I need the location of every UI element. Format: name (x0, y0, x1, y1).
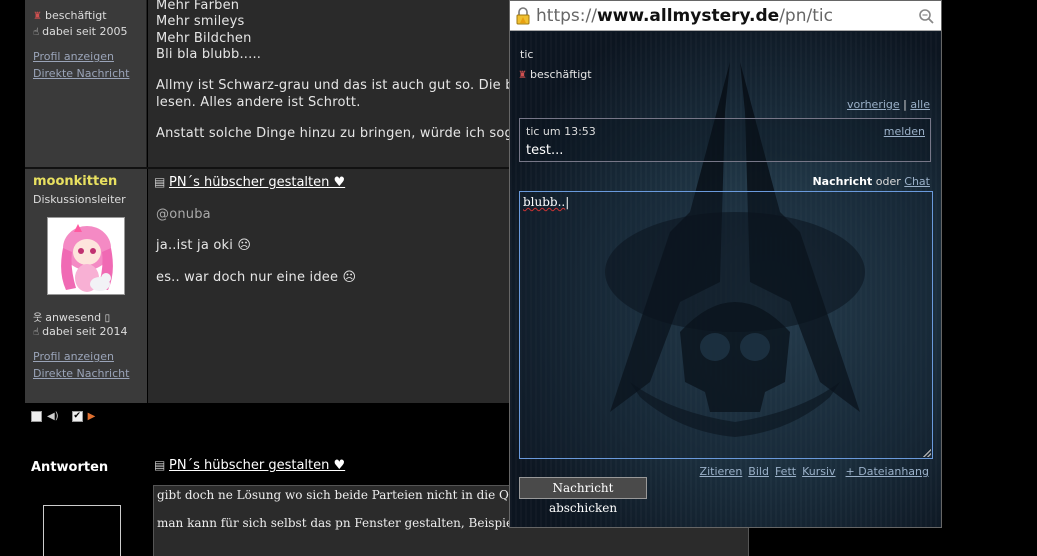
image-button[interactable]: Bild (748, 465, 769, 478)
avatar-image (48, 218, 124, 294)
text-cursor: | (565, 195, 570, 209)
post2-role: Diskussionsleiter (33, 193, 126, 206)
post1-member-since: ☝ dabei seit 2005 (33, 25, 128, 38)
received-message: tic um 13:53 melden test... (519, 118, 931, 162)
mode-message: Nachricht (812, 175, 873, 188)
post1-author-panel: ♜ beschäftigt ☝ dabei seit 2005 Profil anz… (25, 0, 147, 167)
resize-grip[interactable] (923, 449, 931, 457)
post1-status: ♜ beschäftigt (33, 9, 107, 22)
message-input[interactable]: blubb..| (519, 191, 933, 459)
post1-line: Mehr smileys (156, 14, 245, 29)
post1-body: Mehr Farben Mehr smileys Mehr Bildchen B… (148, 0, 510, 167)
quote-button[interactable]: Zitieren (700, 465, 743, 478)
mode-or: oder (875, 175, 901, 188)
message-meta: tic um 13:53 (526, 125, 596, 138)
post2-message-link[interactable]: Direkte Nachricht (33, 367, 129, 380)
post2-mention[interactable]: @onuba (156, 207, 211, 222)
mode-chat-link[interactable]: Chat (904, 175, 930, 188)
document-icon: ▤ (154, 458, 166, 472)
post2-topic-link[interactable]: PN´s hübscher gestalten ♥ (169, 175, 345, 190)
hand-icon: ☝ (33, 327, 40, 338)
send-message-button[interactable]: Nachricht abschicken (519, 477, 647, 515)
address-bar[interactable]: https://www.allmystery.de/pn/tic (510, 1, 941, 31)
answers-label: Antworten (31, 460, 109, 475)
post1-line: Anstatt solche Dinge hinzu zu bringen, w… (156, 126, 510, 141)
speaker-icon[interactable]: ◀) (47, 411, 59, 422)
post2-status: 웃 anwesend ▯ (33, 311, 111, 324)
post2-member-since: ☝ dabei seit 2014 (33, 325, 128, 338)
post1-message-link[interactable]: Direkte Nachricht (33, 67, 129, 80)
post2-username[interactable]: moonkitten (33, 174, 117, 189)
post2-line: ja..ist ja oki ☹ (156, 238, 252, 253)
pm-popup-window[interactable]: https://www.allmystery.de/pn/tic tic ♜ be… (509, 0, 942, 528)
post1-line: Mehr Bildchen (156, 31, 252, 46)
pm-partner-status: ♜ beschäftigt (518, 68, 592, 81)
post1-line: Mehr Farben (156, 0, 240, 13)
mode-switch: Nachricht oder Chat (812, 175, 930, 188)
post-tools: ◀) ✔ ▶ (31, 411, 95, 422)
lock-icon[interactable] (514, 6, 532, 25)
document-icon: ▤ (154, 175, 166, 189)
busy-person-icon: ♜ (518, 70, 527, 81)
attachment-button[interactable]: + Dateianhang (846, 465, 929, 478)
reply-topic-link[interactable]: PN´s hübscher gestalten ♥ (169, 458, 345, 473)
report-link[interactable]: melden (884, 125, 925, 138)
message-body: test... (526, 143, 564, 158)
message-input-value: blubb.. (523, 195, 566, 209)
post1-line: Bli bla blubb..... (156, 47, 262, 62)
busy-person-icon: ♜ (33, 11, 42, 22)
post1-profile-link[interactable]: Profil anzeigen (33, 50, 114, 63)
pm-partner-name[interactable]: tic (520, 48, 533, 61)
search-icon[interactable] (917, 7, 935, 25)
checked-checkbox[interactable]: ✔ (71, 411, 83, 422)
post2-line: es.. war doch nur eine idee ☹ (156, 270, 357, 285)
post2-body: ▤ PN´s hübscher gestalten ♥ @onuba ja..i… (148, 169, 510, 403)
present-person-icon: 웃 (33, 313, 43, 324)
mobile-icon: ▯ (104, 313, 111, 324)
avatar[interactable] (47, 217, 125, 295)
export-icon[interactable]: ▶ (88, 411, 96, 422)
reply-avatar-box (43, 505, 121, 556)
hand-icon: ☝ (33, 27, 40, 38)
url-text[interactable]: https://www.allmystery.de/pn/tic (536, 6, 833, 26)
post1-line: Allmy ist Schwarz-grau und das ist auch … (156, 78, 510, 93)
bold-button[interactable]: Fett (775, 465, 796, 478)
all-link[interactable]: alle (910, 98, 930, 111)
post2-author-panel: moonkitten Diskussionsleiter 웃 anwesend ▯… (25, 169, 147, 403)
previous-link[interactable]: vorherige (847, 98, 900, 111)
nav-separator: | (903, 98, 907, 111)
select-checkbox[interactable] (31, 411, 42, 422)
post2-profile-link[interactable]: Profil anzeigen (33, 350, 114, 363)
post1-line: lesen. Alles andere ist Schrott. (156, 95, 361, 110)
pm-navigation: vorherige | alle (847, 98, 930, 111)
format-toolbar: Zitieren Bild Fett Kursiv + Dateianhang (700, 465, 929, 478)
italic-button[interactable]: Kursiv (802, 465, 835, 478)
